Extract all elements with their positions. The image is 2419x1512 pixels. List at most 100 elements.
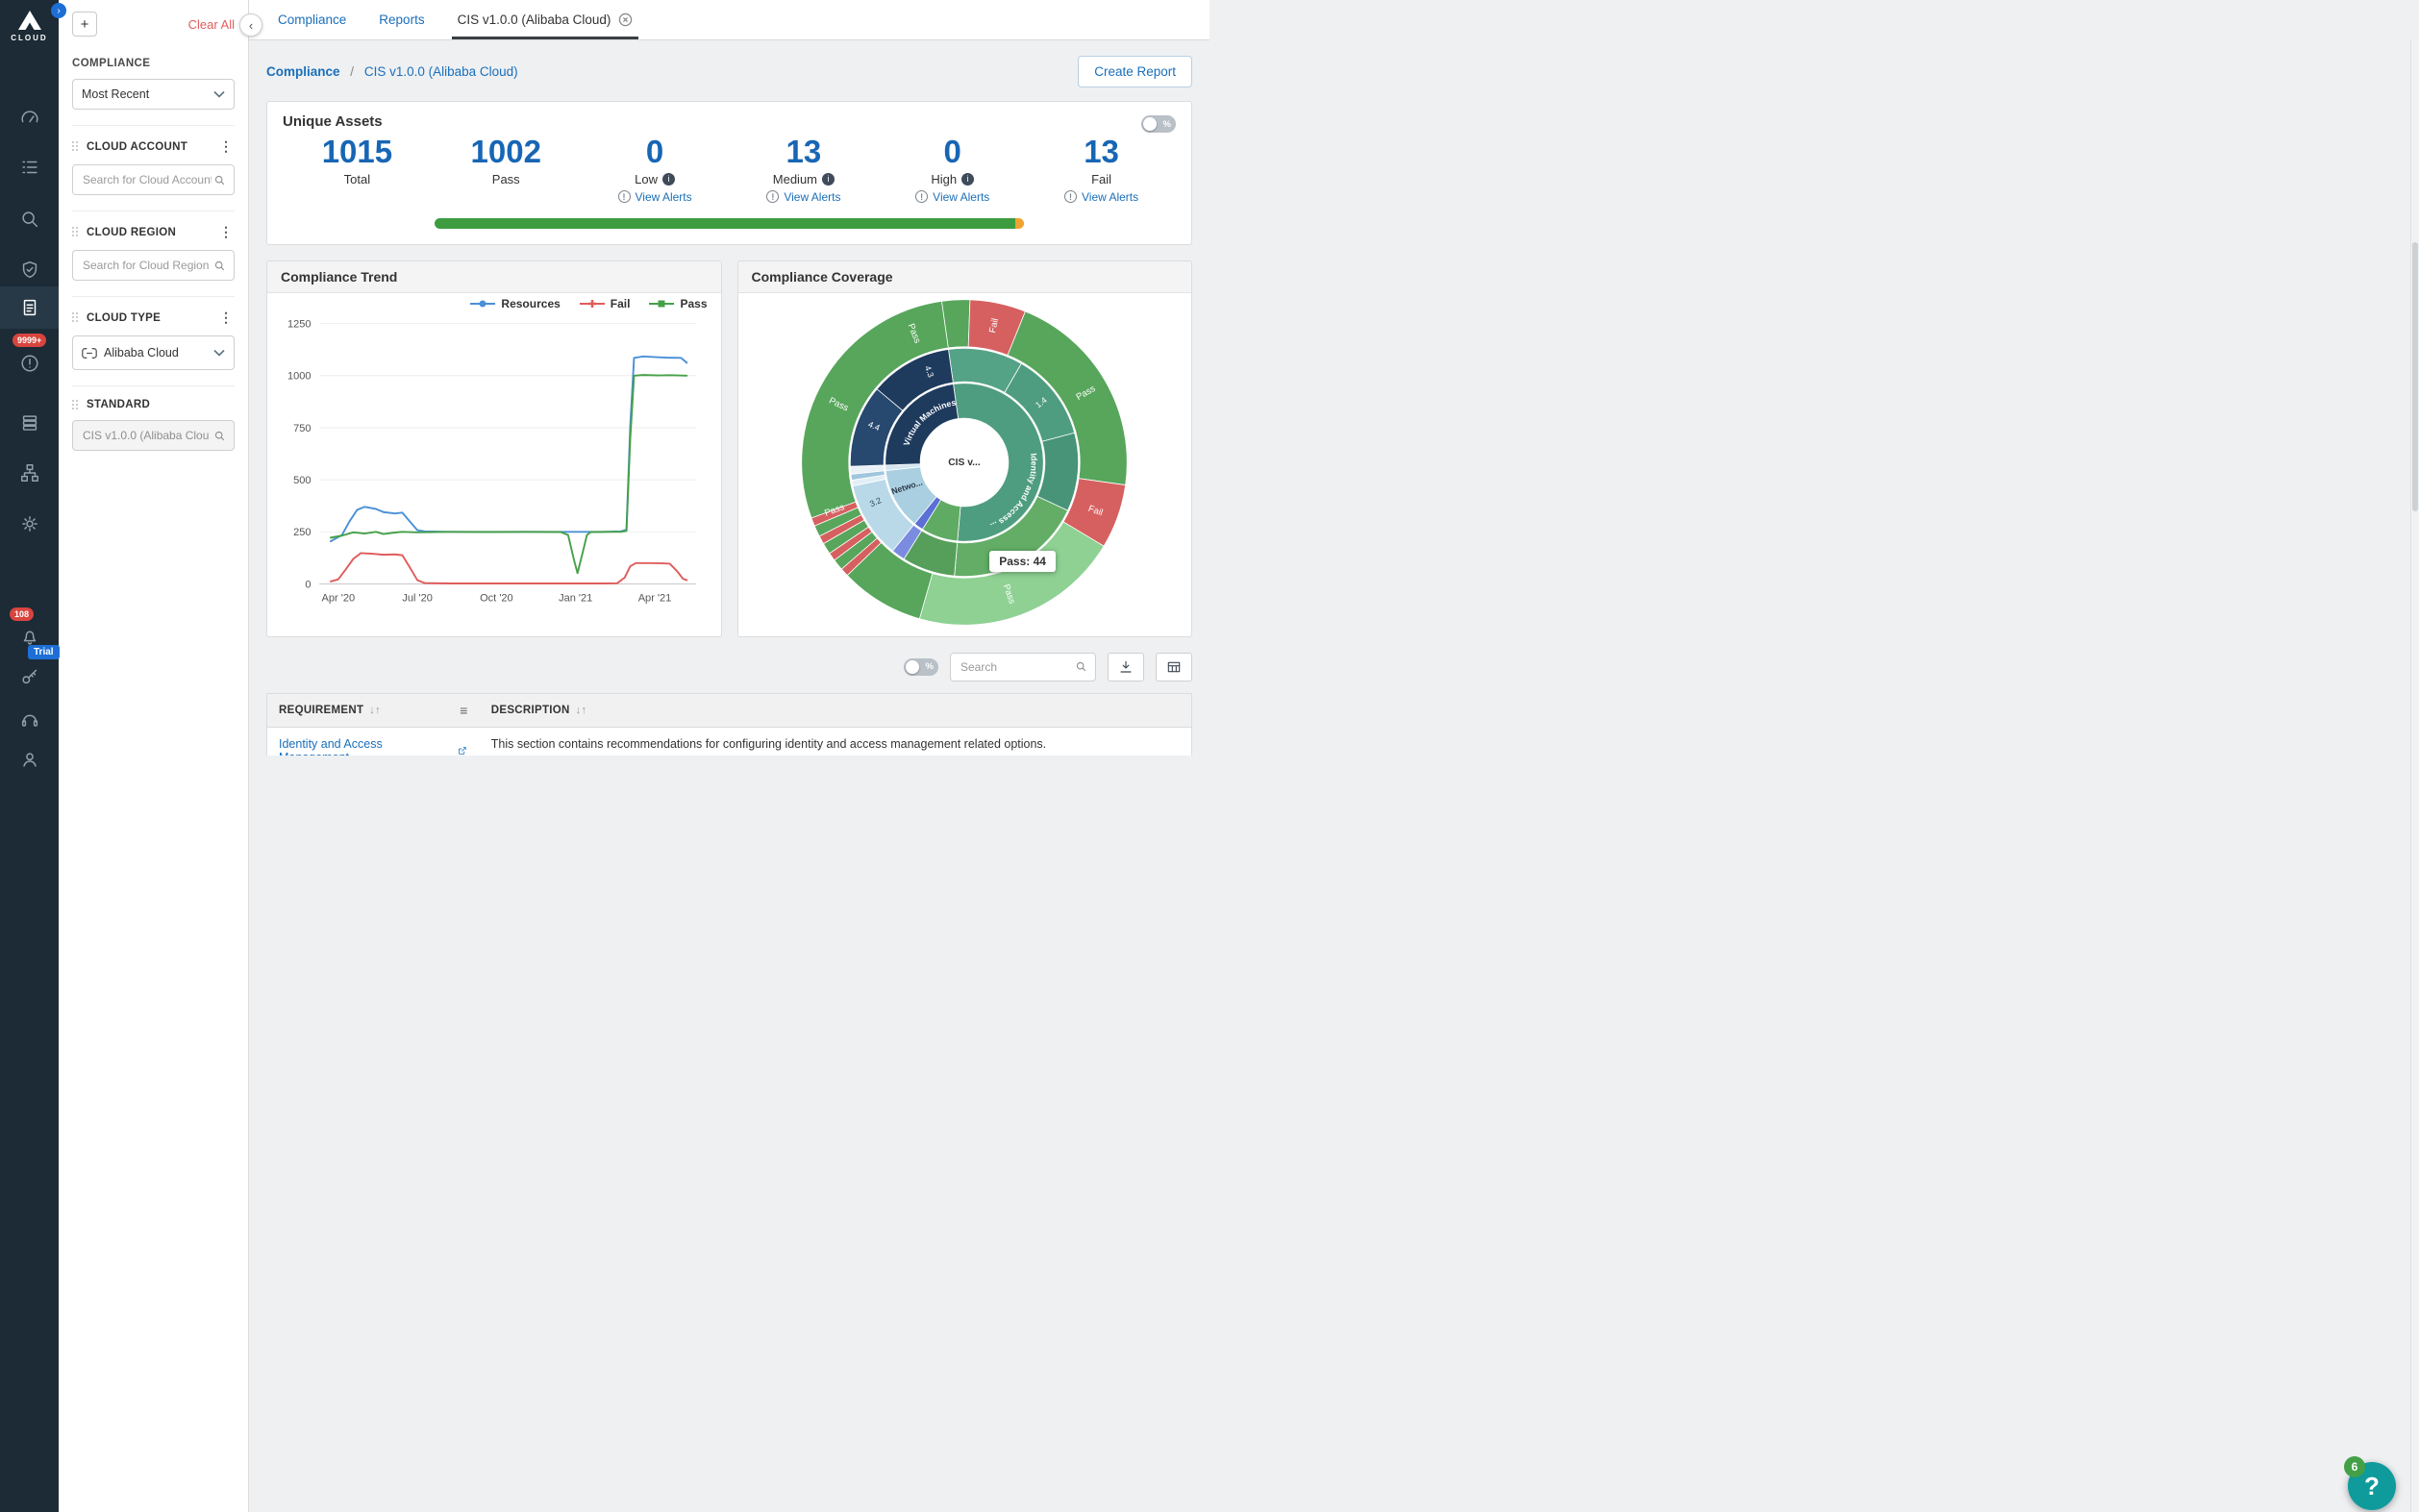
stack-icon [19, 412, 40, 434]
toggle-knob [1143, 117, 1157, 131]
panel-expander-dot[interactable]: › [51, 3, 66, 18]
sidebar-item-search[interactable] [0, 198, 59, 240]
svg-text:1000: 1000 [287, 371, 312, 383]
kebab-menu-icon[interactable]: ⋮ [217, 138, 235, 155]
info-icon[interactable]: i [822, 173, 835, 186]
help-button[interactable]: 6 ? [2348, 1462, 2396, 1510]
drag-grip-icon[interactable] [72, 400, 80, 410]
tab-close-icon[interactable] [618, 12, 633, 27]
panel-collapse-button[interactable]: ‹ [239, 13, 262, 37]
download-icon [1118, 659, 1134, 675]
cloud-region-search-input[interactable] [81, 258, 213, 273]
sidebar-item-profile[interactable] [0, 738, 59, 781]
columns-button[interactable] [1156, 653, 1192, 682]
search-icon [19, 209, 40, 230]
view-alerts-link-low[interactable]: ! View Alerts [581, 190, 730, 204]
compliance-coverage-card: Compliance Coverage CIS v...FailPassFail… [737, 260, 1193, 637]
create-report-button[interactable]: Create Report [1078, 56, 1192, 87]
column-label: REQUIREMENT [279, 705, 363, 716]
table-search[interactable] [950, 653, 1096, 682]
kebab-menu-icon[interactable]: ⋮ [217, 310, 235, 326]
sidebar-item-license[interactable] [0, 656, 59, 698]
stat-value: 0 [878, 134, 1027, 170]
sidebar-item-compliance[interactable] [0, 286, 59, 329]
trend-series-fail [331, 553, 686, 583]
trend-line-chart: 025050075010001250Apr '20Jul '20Oct '20J… [277, 314, 711, 607]
coverage-card-title: Compliance Coverage [738, 261, 1192, 293]
view-alerts-link-fail[interactable]: ! View Alerts [1027, 190, 1176, 204]
cloud-type-select[interactable]: Alibaba Cloud [72, 335, 235, 370]
column-header-requirement[interactable]: REQUIREMENT ↓↑ ≡ [267, 693, 480, 727]
drag-grip-icon[interactable] [72, 312, 80, 323]
tab-reports[interactable]: Reports [379, 0, 424, 39]
cloud-account-search[interactable] [72, 164, 235, 195]
kebab-menu-icon[interactable]: ⋮ [217, 224, 235, 240]
scrollbar-thumb[interactable] [2412, 242, 2418, 511]
info-icon[interactable]: i [961, 173, 974, 186]
svg-text:250: 250 [293, 527, 311, 538]
drag-grip-icon[interactable] [72, 227, 80, 237]
column-menu-icon[interactable]: ≡ [460, 703, 467, 718]
filter-section-standard: STANDARD [72, 385, 235, 451]
headset-icon [19, 709, 40, 731]
stat-value: 1002 [432, 134, 581, 170]
legend-item-pass[interactable]: Pass [649, 297, 707, 310]
sidebar-item-inventory[interactable] [0, 146, 59, 188]
svg-text:Oct '20: Oct '20 [480, 593, 513, 605]
view-alerts-link-high[interactable]: ! View Alerts [878, 190, 1027, 204]
stat-label: Low [635, 172, 658, 186]
filter-section-cloud-type: CLOUD TYPE ⋮ Alibaba Cloud [72, 296, 235, 370]
sidebar-item-settings[interactable] [0, 503, 59, 545]
stat-fail: 13 Fail ! View Alerts [1027, 134, 1176, 204]
standard-search-input[interactable] [81, 428, 213, 443]
breadcrumb-parent[interactable]: Compliance [266, 64, 340, 79]
legend-marker-cross [580, 299, 605, 309]
sidebar-item-containers[interactable] [0, 402, 59, 444]
tab-label: CIS v1.0.0 (Alibaba Cloud) [458, 12, 611, 27]
legend-marker-circle [470, 299, 495, 309]
cloud-account-search-input[interactable] [81, 172, 213, 187]
legend-item-fail[interactable]: Fail [580, 297, 631, 310]
requirement-link[interactable]: Identity and Access Management [279, 737, 468, 756]
sidebar-item-support[interactable] [0, 699, 59, 741]
sidebar-item-alerts[interactable] [0, 342, 59, 384]
search-icon [213, 174, 226, 186]
legend-item-resources[interactable]: Resources [470, 297, 560, 310]
trend-card-title: Compliance Trend [267, 261, 721, 293]
key-icon [19, 666, 40, 687]
table-percent-toggle[interactable]: % [904, 658, 938, 676]
scrollbar-track[interactable] [2410, 40, 2419, 1512]
breadcrumb-separator: / [350, 64, 354, 79]
svg-text:Jul '20: Jul '20 [402, 593, 433, 605]
download-button[interactable] [1108, 653, 1144, 682]
add-filter-button[interactable]: + [72, 12, 97, 37]
table-search-input[interactable] [959, 659, 1075, 675]
sort-select[interactable]: Most Recent [72, 79, 235, 110]
sidebar-item-dashboard[interactable] [0, 96, 59, 138]
clear-all-button[interactable]: Clear All [188, 17, 235, 32]
tab-label: Reports [379, 12, 424, 27]
alert-circle-icon [19, 353, 40, 374]
coverage-sunburst-chart: CIS v...FailPassFailPassPassPassPass1.43… [797, 295, 1132, 630]
sidebar-item-security[interactable] [0, 249, 59, 291]
info-icon[interactable]: i [662, 173, 675, 186]
tab-compliance[interactable]: Compliance [278, 0, 346, 39]
legend-label: Resources [501, 297, 560, 310]
alert-icon: ! [618, 190, 631, 203]
standard-search[interactable] [72, 420, 235, 451]
column-header-description[interactable]: DESCRIPTION ↓↑ [480, 693, 1192, 727]
tab-cis-v1[interactable]: CIS v1.0.0 (Alibaba Cloud) [458, 0, 634, 39]
svg-text:500: 500 [293, 475, 311, 486]
external-link-icon [457, 745, 468, 756]
assets-percent-toggle[interactable]: % [1141, 115, 1176, 133]
breadcrumb-current[interactable]: CIS v1.0.0 (Alibaba Cloud) [364, 64, 518, 79]
user-icon [19, 749, 40, 770]
app-logo[interactable]: CLOUD [0, 10, 59, 42]
table-row[interactable]: Identity and Access Management This sect… [267, 727, 1192, 756]
toggle-knob [906, 660, 919, 674]
sidebar-item-network[interactable] [0, 452, 59, 494]
app-sidebar: CLOUD 9999+ 108 Trial [0, 0, 59, 1512]
drag-grip-icon[interactable] [72, 141, 80, 152]
cloud-region-search[interactable] [72, 250, 235, 281]
view-alerts-link-medium[interactable]: ! View Alerts [729, 190, 878, 204]
